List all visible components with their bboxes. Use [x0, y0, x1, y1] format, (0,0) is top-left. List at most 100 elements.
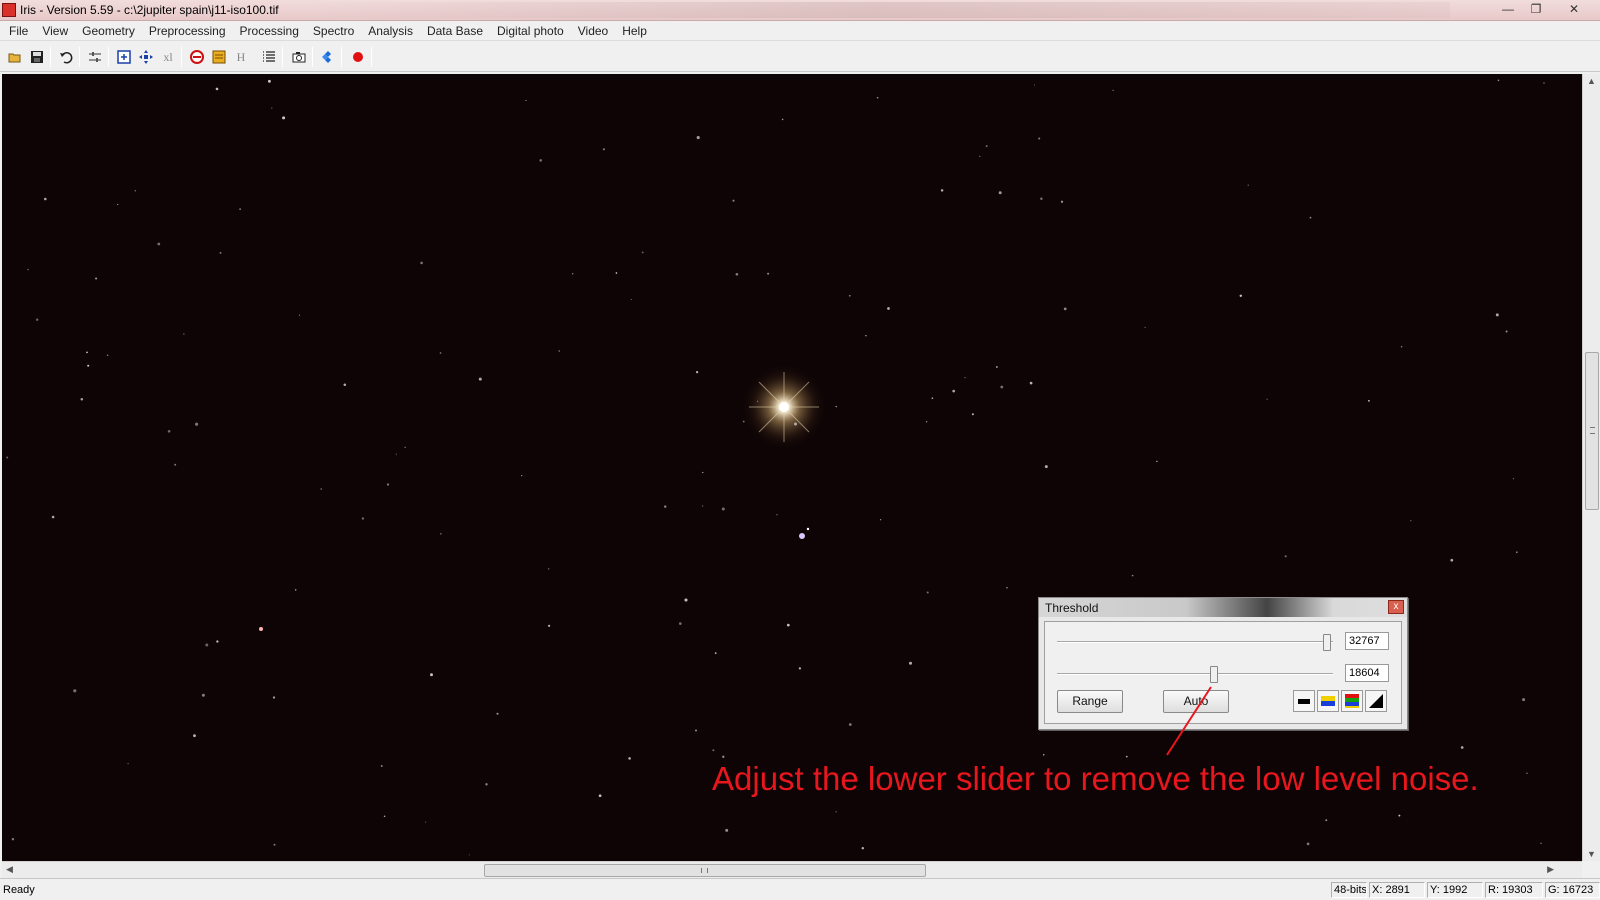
low-slider-thumb[interactable]: [1210, 666, 1219, 683]
star: [776, 514, 778, 516]
red-star: [259, 627, 263, 631]
star: [1540, 842, 1542, 845]
star: [1398, 814, 1401, 817]
image-canvas[interactable]: [2, 74, 1582, 861]
high-slider-track[interactable]: [1057, 641, 1333, 643]
xl-icon[interactable]: xl: [158, 47, 178, 67]
star: [440, 533, 442, 535]
low-slider-track[interactable]: [1057, 673, 1333, 675]
minimize-button[interactable]: —: [1496, 1, 1520, 18]
star: [1512, 478, 1514, 480]
camera-icon[interactable]: [289, 47, 309, 67]
star: [1284, 555, 1287, 558]
move-icon[interactable]: [136, 47, 156, 67]
menu-geometry[interactable]: Geometry: [75, 21, 142, 41]
star: [848, 294, 851, 297]
vertical-scroll-thumb[interactable]: [1585, 352, 1599, 510]
horizontal-scrollbar[interactable]: ◀ ▶: [2, 861, 1582, 878]
menu-analysis[interactable]: Analysis: [361, 21, 420, 41]
star: [1497, 79, 1500, 82]
menu-digital-photo[interactable]: Digital photo: [490, 21, 571, 41]
save-icon[interactable]: [27, 47, 47, 67]
star: [383, 815, 386, 817]
h-icon[interactable]: H: [231, 47, 251, 67]
star: [696, 136, 700, 140]
gradient-button[interactable]: [1365, 690, 1387, 712]
star: [1309, 216, 1312, 219]
menu-view[interactable]: View: [35, 21, 75, 41]
black-swatch-button[interactable]: [1293, 690, 1315, 712]
status-r: R: 19303: [1485, 882, 1543, 898]
star: [926, 591, 929, 594]
scroll-down-icon[interactable]: ▼: [1587, 849, 1596, 859]
star: [525, 99, 527, 101]
adjust-icon[interactable]: [85, 47, 105, 67]
star: [848, 723, 852, 726]
star: [998, 191, 1002, 195]
scroll-up-icon[interactable]: ▲: [1587, 76, 1596, 86]
range-button[interactable]: Range: [1057, 690, 1123, 713]
status-g: G: 16723: [1545, 882, 1600, 898]
undo-icon[interactable]: [56, 47, 76, 67]
star: [380, 764, 383, 768]
star: [106, 354, 109, 357]
title-bar: Iris - Version 5.59 - c:\2jupiter spain\…: [0, 0, 1600, 21]
dialog-title-bar[interactable]: Threshold x: [1039, 598, 1407, 617]
star: [952, 389, 956, 393]
star: [861, 847, 864, 850]
red-dot-icon[interactable]: [348, 47, 368, 67]
star: [425, 821, 427, 823]
status-text: Ready: [3, 884, 35, 896]
menu-processing[interactable]: Processing: [233, 21, 306, 41]
star: [558, 350, 560, 352]
grip-icon: [701, 868, 708, 873]
red-circle-icon[interactable]: [187, 47, 207, 67]
zoom-fit-icon[interactable]: [114, 47, 134, 67]
menu-data-base[interactable]: Data Base: [420, 21, 490, 41]
star: [1543, 82, 1545, 84]
close-window-button[interactable]: ✕: [1562, 1, 1586, 18]
star: [539, 159, 542, 162]
star: [996, 366, 998, 368]
horizontal-scroll-thumb[interactable]: [484, 864, 926, 877]
menu-help[interactable]: Help: [615, 21, 654, 41]
star: [1505, 330, 1508, 333]
star: [80, 398, 84, 401]
open-folder-icon[interactable]: [5, 47, 25, 67]
maximize-button[interactable]: ❐: [1524, 1, 1548, 18]
star: [27, 268, 29, 271]
menu-file[interactable]: File: [2, 21, 35, 41]
star: [134, 190, 136, 192]
star: [195, 422, 199, 426]
menu-preprocessing[interactable]: Preprocessing: [142, 21, 233, 41]
rgb-button[interactable]: [1341, 690, 1363, 712]
menu-spectro[interactable]: Spectro: [306, 21, 361, 41]
dialog-close-button[interactable]: x: [1388, 600, 1404, 614]
menu-video[interactable]: Video: [571, 21, 615, 41]
star: [201, 693, 205, 697]
auto-button[interactable]: Auto: [1163, 690, 1229, 713]
vertical-scrollbar[interactable]: ▲ ▼: [1582, 74, 1600, 861]
star: [985, 145, 988, 148]
scroll-left-icon[interactable]: ◀: [6, 864, 13, 875]
scroll-right-icon[interactable]: ▶: [1547, 864, 1554, 875]
high-value-field[interactable]: 32767: [1345, 632, 1389, 650]
star: [1038, 137, 1041, 140]
high-slider-thumb[interactable]: [1323, 634, 1332, 651]
list-icon[interactable]: [259, 47, 279, 67]
black-bar-icon: [1298, 699, 1310, 704]
toolbar-separator: [50, 47, 51, 67]
star: [1367, 399, 1370, 402]
star: [1247, 184, 1249, 186]
star: [1515, 551, 1518, 554]
yellow-blue-button[interactable]: [1317, 690, 1339, 712]
low-value-field[interactable]: 18604: [1345, 664, 1389, 682]
star: [702, 471, 704, 474]
star: [216, 640, 219, 643]
star: [964, 377, 966, 379]
blue-diamond-icon[interactable]: [318, 47, 338, 67]
yellow-square-icon[interactable]: [209, 47, 229, 67]
star: [598, 794, 602, 798]
star: [835, 811, 837, 813]
star: [1044, 465, 1048, 469]
